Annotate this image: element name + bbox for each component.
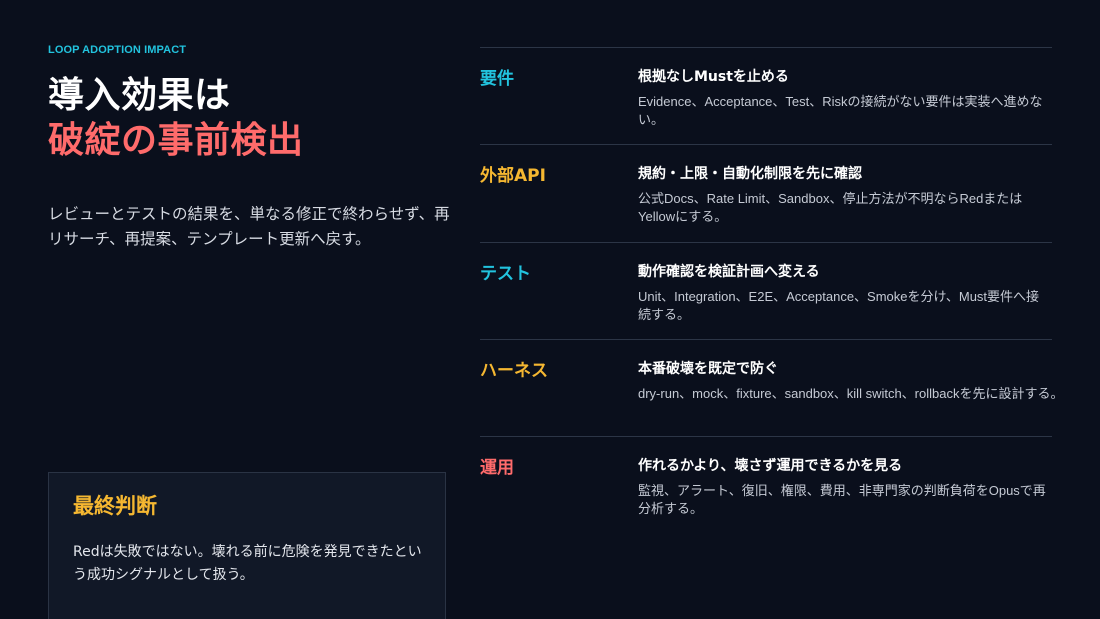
row-label: ハーネス: [480, 361, 548, 381]
eyebrow-label: LOOP ADOPTION IMPACT: [48, 44, 187, 56]
impact-row-test: テスト 動作確認を検証計画へ変える Unit、Integration、E2E、A…: [480, 242, 1052, 339]
final-verdict-card: 最終判断 Redは失敗ではない。壊れる前に危険を発見できたという成功シグナルとし…: [48, 472, 446, 619]
verdict-body: Redは失敗ではない。壊れる前に危険を発見できたという成功シグナルとして扱う。: [73, 544, 422, 583]
row-label: 運用: [480, 458, 514, 478]
page-title-line1: 導入効果は: [48, 75, 231, 116]
row-label: 外部API: [480, 166, 546, 186]
impact-row-harness: ハーネス 本番破壊を既定で防ぐ dry-run、mock、fixture、san…: [480, 339, 1063, 436]
row-heading: 規約・上限・自動化制限を先に確認: [638, 166, 862, 182]
row-description: Evidence、Acceptance、Test、Riskの接続がない要件は実装…: [638, 94, 1043, 127]
impact-row-external-api: 外部API 規約・上限・自動化制限を先に確認 公式Docs、Rate Limit…: [480, 144, 1052, 242]
verdict-title: 最終判断: [73, 494, 157, 518]
page-title-line2: 破綻の事前検出: [48, 120, 304, 161]
row-heading: 本番破壊を既定で防ぐ: [638, 361, 778, 377]
row-label: 要件: [480, 69, 514, 89]
row-description: dry-run、mock、fixture、sandbox、kill switch…: [638, 386, 1064, 401]
row-description: Unit、Integration、E2E、Acceptance、Smokeを分け…: [638, 289, 1040, 322]
row-heading: 作れるかより、壊さず運用できるかを見る: [638, 458, 903, 474]
row-heading: 動作確認を検証計画へ変える: [638, 264, 820, 280]
row-heading: 根拠なしMustを止める: [638, 69, 789, 85]
lead-paragraph: レビューとテストの結果を、単なる修正で終わらせず、再リサーチ、再提案、テンプレー…: [48, 205, 450, 248]
row-label: テスト: [480, 264, 531, 284]
impact-row-requirements: 要件 根拠なしMustを止める Evidence、Acceptance、Test…: [480, 47, 1052, 144]
impact-row-operations: 運用 作れるかより、壊さず運用できるかを見る 監視、アラート、復旧、権限、費用、…: [480, 436, 1052, 536]
row-description: 公式Docs、Rate Limit、Sandbox、停止方法が不明ならRedまた…: [638, 191, 1023, 224]
row-description: 監視、アラート、復旧、権限、費用、非専門家の判断負荷をOpusで再分析する。: [638, 483, 1046, 516]
